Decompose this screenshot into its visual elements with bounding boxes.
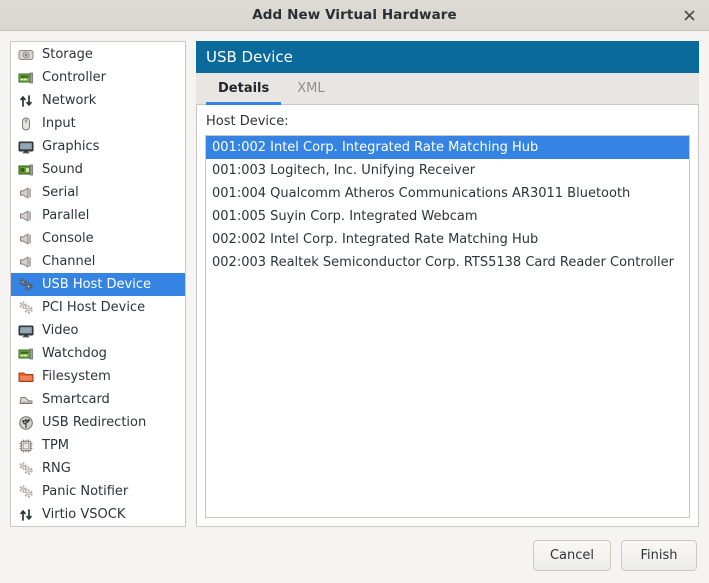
sidebar-item-label: Storage xyxy=(42,47,93,62)
sidebar-item-video[interactable]: Video xyxy=(11,319,185,342)
usb-host-gears-icon xyxy=(17,276,34,293)
main-panel: USB Device Details XML Host Device: 001:0… xyxy=(196,41,699,527)
sidebar-item-label: Channel xyxy=(42,254,96,269)
sidebar-item-label: Filesystem xyxy=(42,369,111,384)
sidebar-item-label: Console xyxy=(42,231,94,246)
titlebar: Add New Virtual Hardware xyxy=(0,0,709,31)
sidebar-item-console[interactable]: Console xyxy=(11,227,185,250)
host-device-row[interactable]: 001:005 Suyin Corp. Integrated Webcam xyxy=(206,205,689,228)
chip-icon xyxy=(17,437,34,454)
serial-port-icon xyxy=(17,184,34,201)
sidebar-item-controller[interactable]: Controller xyxy=(11,66,185,89)
sidebar-item-label: Controller xyxy=(42,70,106,85)
sound-card-icon xyxy=(17,161,34,178)
gears-icon xyxy=(17,460,34,477)
pci-host-gears-icon xyxy=(17,299,34,316)
sidebar-item-sound[interactable]: Sound xyxy=(11,158,185,181)
panel-header: USB Device xyxy=(196,41,699,73)
network-arrows-icon xyxy=(17,92,34,109)
folder-icon xyxy=(17,368,34,385)
usb-symbol-icon xyxy=(17,414,34,431)
panel-body: Host Device: 001:002 Intel Corp. Integra… xyxy=(196,105,699,527)
sidebar-item-label: TPM xyxy=(42,438,69,453)
sidebar-item-label: Watchdog xyxy=(42,346,107,361)
smartcard-reader-icon xyxy=(17,391,34,408)
mouse-icon xyxy=(17,115,34,132)
sidebar-item-usb-host-device[interactable]: USB Host Device xyxy=(11,273,185,296)
hardware-category-list[interactable]: Storage Controller Network Input Graphics Sou… xyxy=(10,41,186,527)
console-port-icon xyxy=(17,230,34,247)
close-icon[interactable] xyxy=(678,4,700,26)
sidebar-item-label: Parallel xyxy=(42,208,90,223)
sidebar-item-label: PCI Host Device xyxy=(42,300,146,315)
controller-card-icon xyxy=(17,69,34,86)
host-device-row[interactable]: 001:004 Qualcomm Atheros Communications … xyxy=(206,182,689,205)
sidebar-item-label: Smartcard xyxy=(42,392,110,407)
sidebar-item-label: Input xyxy=(42,116,76,131)
sidebar-item-smartcard[interactable]: Smartcard xyxy=(11,388,185,411)
host-device-label: Host Device: xyxy=(206,114,289,129)
dialog-footer: Cancel Finish xyxy=(0,527,709,583)
add-hardware-dialog: Add New Virtual Hardware Storage Controll… xyxy=(0,0,709,583)
sidebar-item-graphics[interactable]: Graphics xyxy=(11,135,185,158)
sidebar-item-label: USB Host Device xyxy=(42,277,152,292)
sidebar-item-label: RNG xyxy=(42,461,71,476)
parallel-port-icon xyxy=(17,207,34,224)
hard-drive-icon xyxy=(17,46,34,63)
sidebar-item-label: Network xyxy=(42,93,97,108)
network-arrows-icon xyxy=(17,506,34,523)
sidebar-item-serial[interactable]: Serial xyxy=(11,181,185,204)
monitor-icon xyxy=(17,138,34,155)
tab-xml[interactable]: XML xyxy=(283,73,338,104)
sidebar-item-parallel[interactable]: Parallel xyxy=(11,204,185,227)
sidebar-item-network[interactable]: Network xyxy=(11,89,185,112)
panel-title: USB Device xyxy=(206,48,293,66)
sidebar-item-label: Video xyxy=(42,323,79,338)
channel-port-icon xyxy=(17,253,34,270)
sidebar-item-label: USB Redirection xyxy=(42,415,147,430)
host-device-row[interactable]: 001:002 Intel Corp. Integrated Rate Matc… xyxy=(206,136,689,159)
monitor-icon xyxy=(17,322,34,339)
sidebar-item-watchdog[interactable]: Watchdog xyxy=(11,342,185,365)
sidebar-item-label: Graphics xyxy=(42,139,100,154)
sidebar-item-label: Sound xyxy=(42,162,83,177)
sidebar-item-virtio-vsock[interactable]: Virtio VSOCK xyxy=(11,503,185,526)
watchdog-card-icon xyxy=(17,345,34,362)
host-device-row[interactable]: 002:002 Intel Corp. Integrated Rate Matc… xyxy=(206,228,689,251)
dialog-content: Storage Controller Network Input Graphics Sou… xyxy=(0,31,709,527)
host-device-row[interactable]: 001:003 Logitech, Inc. Unifying Receiver xyxy=(206,159,689,182)
sidebar-item-pci-host-device[interactable]: PCI Host Device xyxy=(11,296,185,319)
sidebar-item-usb-redirection[interactable]: USB Redirection xyxy=(11,411,185,434)
sidebar-item-label: Serial xyxy=(42,185,79,200)
sidebar-item-filesystem[interactable]: Filesystem xyxy=(11,365,185,388)
sidebar-item-label: Virtio VSOCK xyxy=(42,507,126,522)
cancel-button[interactable]: Cancel xyxy=(532,539,611,571)
gears-icon xyxy=(17,483,34,500)
sidebar-item-channel[interactable]: Channel xyxy=(11,250,185,273)
finish-button[interactable]: Finish xyxy=(621,539,697,571)
sidebar-item-tpm[interactable]: TPM xyxy=(11,434,185,457)
sidebar-item-input[interactable]: Input xyxy=(11,112,185,135)
tabbar[interactable]: Details XML xyxy=(196,73,699,105)
sidebar-item-storage[interactable]: Storage xyxy=(11,43,185,66)
host-device-row[interactable]: 002:003 Realtek Semiconductor Corp. RTS5… xyxy=(206,251,689,274)
sidebar-item-rng[interactable]: RNG xyxy=(11,457,185,480)
tab-details[interactable]: Details xyxy=(204,73,283,105)
sidebar-item-panic-notifier[interactable]: Panic Notifier xyxy=(11,480,185,503)
sidebar-item-label: Panic Notifier xyxy=(42,484,129,499)
host-device-list[interactable]: 001:002 Intel Corp. Integrated Rate Matc… xyxy=(205,135,690,518)
window-title: Add New Virtual Hardware xyxy=(252,7,457,23)
